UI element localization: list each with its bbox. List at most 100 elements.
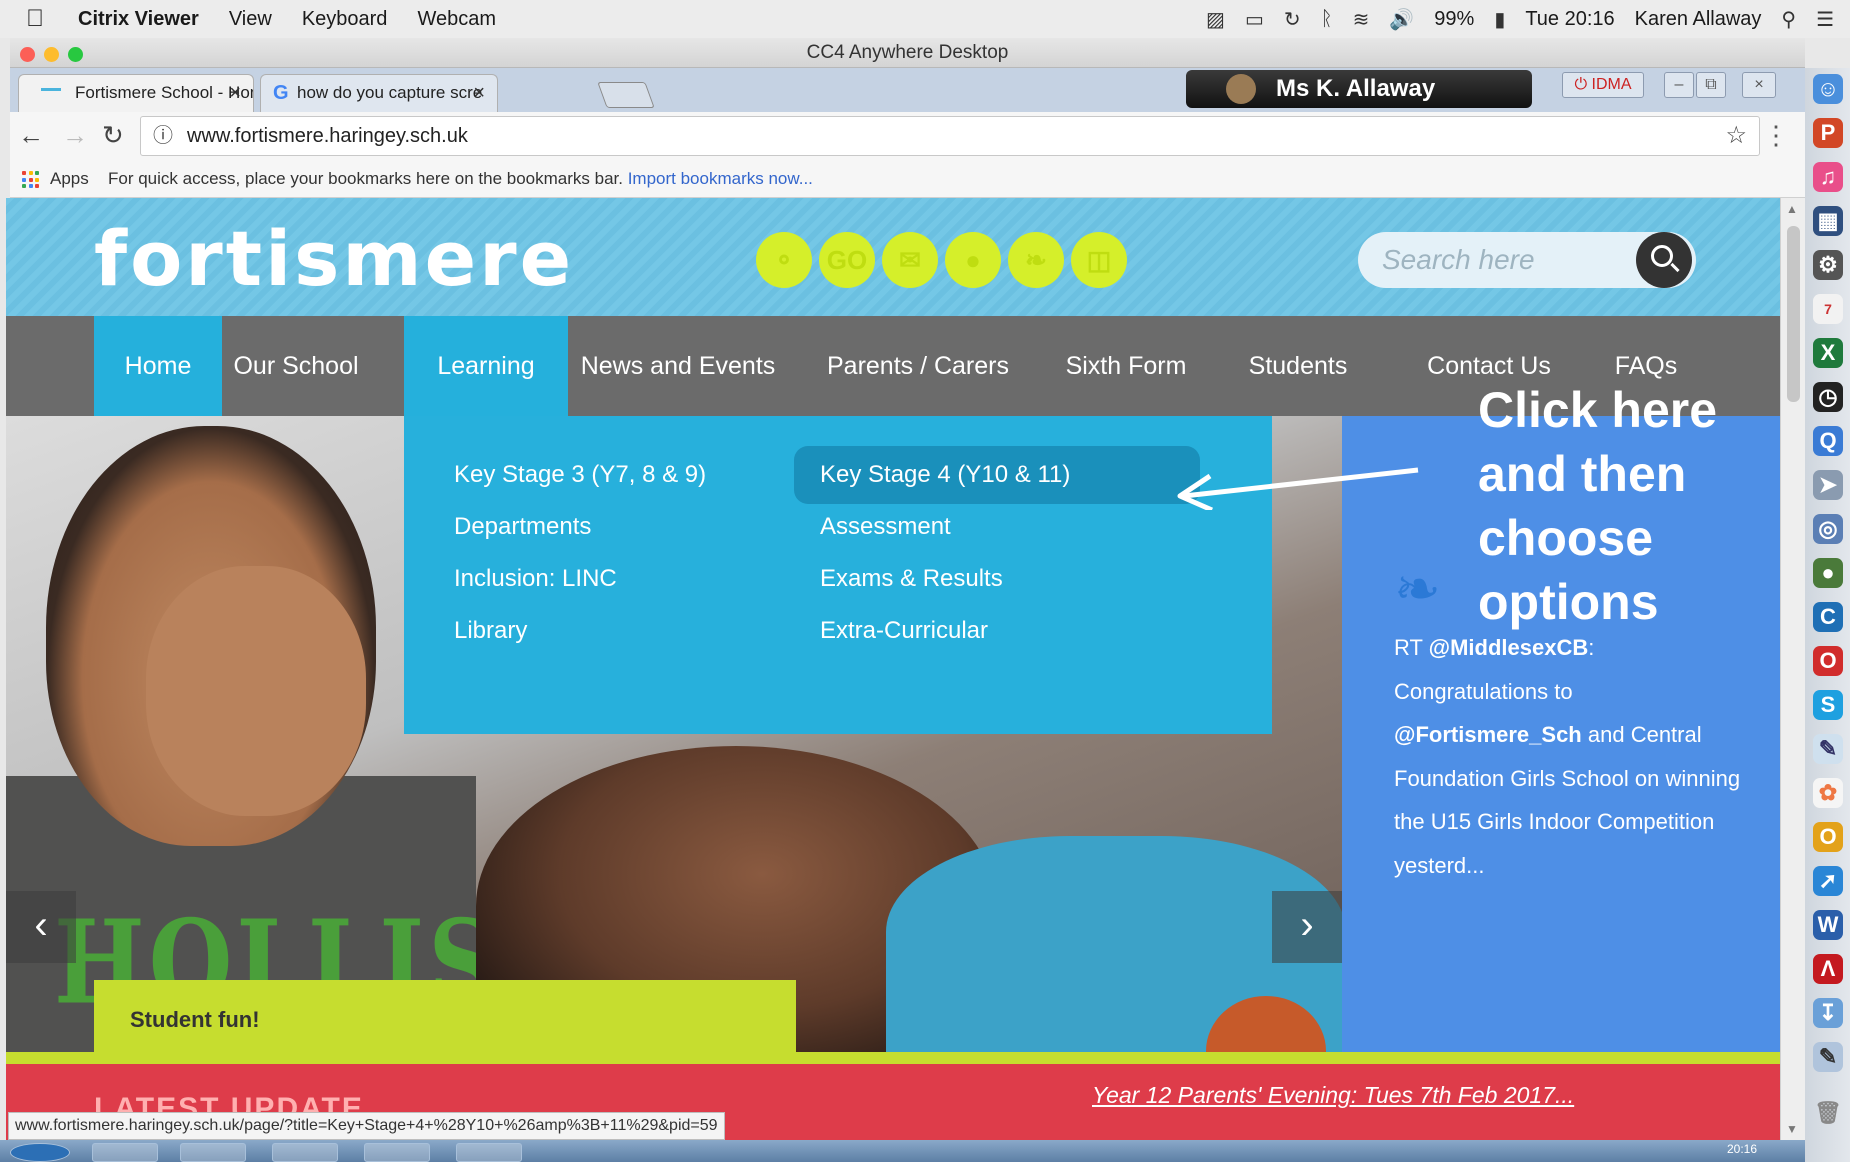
taskbar-item[interactable]	[92, 1143, 158, 1162]
word-icon[interactable]: W	[1813, 910, 1843, 940]
scroll-up-icon[interactable]: ▲	[1786, 202, 1798, 216]
apple-icon[interactable]: 	[26, 5, 66, 33]
notification-center-icon[interactable]: ☰	[1816, 7, 1834, 32]
news-ticker-link[interactable]: Year 12 Parents' Evening: Tues 7th Feb 2…	[1092, 1082, 1574, 1109]
menu-key-stage-4[interactable]: Key Stage 4 (Y10 & 11)	[794, 446, 1200, 504]
minimize-button[interactable]: –	[1664, 72, 1694, 98]
wifi-icon[interactable]: ≋	[1353, 7, 1370, 32]
spotlight-icon[interactable]: ⚲	[1781, 7, 1796, 32]
contacts-icon[interactable]: ●	[1813, 558, 1843, 588]
scroll-thumb[interactable]	[1787, 226, 1800, 402]
nav-home[interactable]: Home	[94, 316, 222, 416]
itunes-icon[interactable]: ♫	[1813, 162, 1843, 192]
taskbar-item[interactable]	[180, 1143, 246, 1162]
menu-assessment[interactable]: Assessment	[820, 498, 951, 556]
globe-icon[interactable]: ⚬	[756, 232, 812, 288]
display-icon[interactable]: ▨	[1206, 7, 1225, 32]
excel-icon[interactable]: X	[1813, 338, 1843, 368]
close-tab-icon[interactable]: ×	[229, 75, 241, 111]
nav-news-and-events[interactable]: News and Events	[568, 316, 788, 416]
slide-next-button[interactable]: ›	[1272, 891, 1342, 963]
nav-parents-carers[interactable]: Parents / Carers	[818, 316, 1018, 416]
documents-icon[interactable]: ✎	[1813, 1042, 1843, 1072]
skype-icon[interactable]: S	[1813, 690, 1843, 720]
bookmark-star-icon[interactable]: ☆	[1725, 117, 1747, 155]
preview-icon[interactable]: ✎	[1813, 734, 1843, 764]
safari-icon[interactable]: ➚	[1813, 866, 1843, 896]
calendar-icon[interactable]: 7	[1813, 294, 1843, 324]
menu-webcam[interactable]: Webcam	[417, 8, 496, 31]
taskbar-item[interactable]	[456, 1143, 522, 1162]
taskbar-item[interactable]	[272, 1143, 338, 1162]
lock-icon[interactable]: ◫	[1071, 232, 1127, 288]
nav-students[interactable]: Students	[1228, 316, 1368, 416]
user-icon[interactable]: ●	[945, 232, 1001, 288]
go-icon[interactable]: GO	[819, 232, 875, 288]
taskbar-item[interactable]	[364, 1143, 430, 1162]
close-window-icon[interactable]	[20, 47, 35, 62]
clock-icon[interactable]: ◷	[1813, 382, 1843, 412]
import-bookmarks-link[interactable]: Import bookmarks now...	[628, 169, 813, 188]
scroll-down-icon[interactable]: ▼	[1786, 1122, 1798, 1136]
close-button[interactable]: ×	[1742, 72, 1776, 98]
close-tab-icon[interactable]: ×	[473, 75, 485, 111]
menu-user[interactable]: Karen Allaway	[1635, 8, 1762, 31]
dashboard-icon[interactable]: ▦	[1813, 206, 1843, 236]
volume-icon[interactable]: 🔊	[1389, 7, 1414, 32]
restore-button[interactable]: ⧉	[1696, 72, 1726, 98]
apps-grid-icon[interactable]	[22, 171, 40, 189]
maximize-window-icon[interactable]	[68, 47, 83, 62]
menu-library[interactable]: Library	[454, 602, 527, 660]
powerpoint-icon[interactable]: P	[1813, 118, 1843, 148]
tab-fortismere[interactable]: Fortismere School - Hom ×	[18, 74, 254, 112]
photos-icon[interactable]: ✿	[1813, 778, 1843, 808]
citrix-user-badge[interactable]: Ms K. Allaway	[1186, 70, 1532, 108]
menu-inclusion-linc[interactable]: Inclusion: LINC	[454, 550, 617, 608]
menu-extra-curricular[interactable]: Extra-Curricular	[820, 602, 988, 660]
taskbar-clock[interactable]: 20:16	[1727, 1142, 1757, 1156]
menu-clock[interactable]: Tue 20:16	[1525, 8, 1614, 31]
finder-icon[interactable]: ☺	[1813, 74, 1843, 104]
apps-link[interactable]: Apps	[50, 162, 89, 196]
battery-icon[interactable]: ▮	[1494, 7, 1505, 32]
mail-icon[interactable]: ✉	[882, 232, 938, 288]
acrobat-icon[interactable]: Λ	[1813, 954, 1843, 984]
nav-learning[interactable]: Learning	[404, 316, 568, 416]
search-button[interactable]	[1636, 232, 1692, 288]
slide-prev-button[interactable]: ‹	[6, 891, 76, 963]
nav-sixth-form[interactable]: Sixth Form	[1046, 316, 1206, 416]
minimize-window-icon[interactable]	[44, 47, 59, 62]
menu-key-stage-3[interactable]: Key Stage 3 (Y7, 8 & 9)	[454, 446, 706, 504]
bluetooth-icon[interactable]: ᚱ	[1321, 8, 1333, 31]
launchpad-icon[interactable]: ➤	[1813, 470, 1843, 500]
forward-arrow-icon[interactable]: →	[62, 120, 88, 151]
quicktime-icon[interactable]: Q	[1813, 426, 1843, 456]
site-logo[interactable]: fortismere	[94, 214, 574, 303]
tweet-handle-link[interactable]: @Fortismere_Sch	[1394, 722, 1582, 747]
nav-our-school[interactable]: Our School	[222, 316, 370, 416]
outlook-icon[interactable]: O	[1813, 822, 1843, 852]
citrix-icon[interactable]: C	[1813, 602, 1843, 632]
menu-exams-results[interactable]: Exams & Results	[820, 550, 1003, 608]
opera-icon[interactable]: O	[1813, 646, 1843, 676]
idma-button[interactable]: ⏻ IDMA	[1562, 72, 1644, 98]
time-machine-icon[interactable]: ↻	[1284, 7, 1301, 32]
new-tab-button[interactable]	[597, 82, 655, 108]
menu-departments[interactable]: Departments	[454, 498, 591, 556]
menu-keyboard[interactable]: Keyboard	[302, 8, 388, 31]
info-icon[interactable]: ⓘ	[153, 117, 173, 155]
tab-google-search[interactable]: G how do you capture scre ×	[260, 74, 498, 112]
twitter-icon[interactable]: ❧	[1008, 232, 1064, 288]
menu-app-name[interactable]: Citrix Viewer	[78, 8, 199, 31]
airplay-icon[interactable]: ▭	[1245, 7, 1264, 32]
reload-icon[interactable]: ↻	[102, 120, 124, 151]
downloads-icon[interactable]: ↧	[1813, 998, 1843, 1028]
url-input[interactable]: ⓘ www.fortismere.haringey.sch.uk ☆	[140, 116, 1760, 156]
tweet-handle-link[interactable]: @MiddlesexCB	[1429, 635, 1589, 660]
browser-menu-icon[interactable]: ⋮	[1763, 120, 1789, 151]
back-arrow-icon[interactable]: ←	[18, 120, 44, 151]
system-preferences-icon[interactable]: ⚙	[1813, 250, 1843, 280]
menu-view[interactable]: View	[229, 8, 272, 31]
start-button[interactable]	[10, 1143, 70, 1162]
network-icon[interactable]: ◎	[1813, 514, 1843, 544]
